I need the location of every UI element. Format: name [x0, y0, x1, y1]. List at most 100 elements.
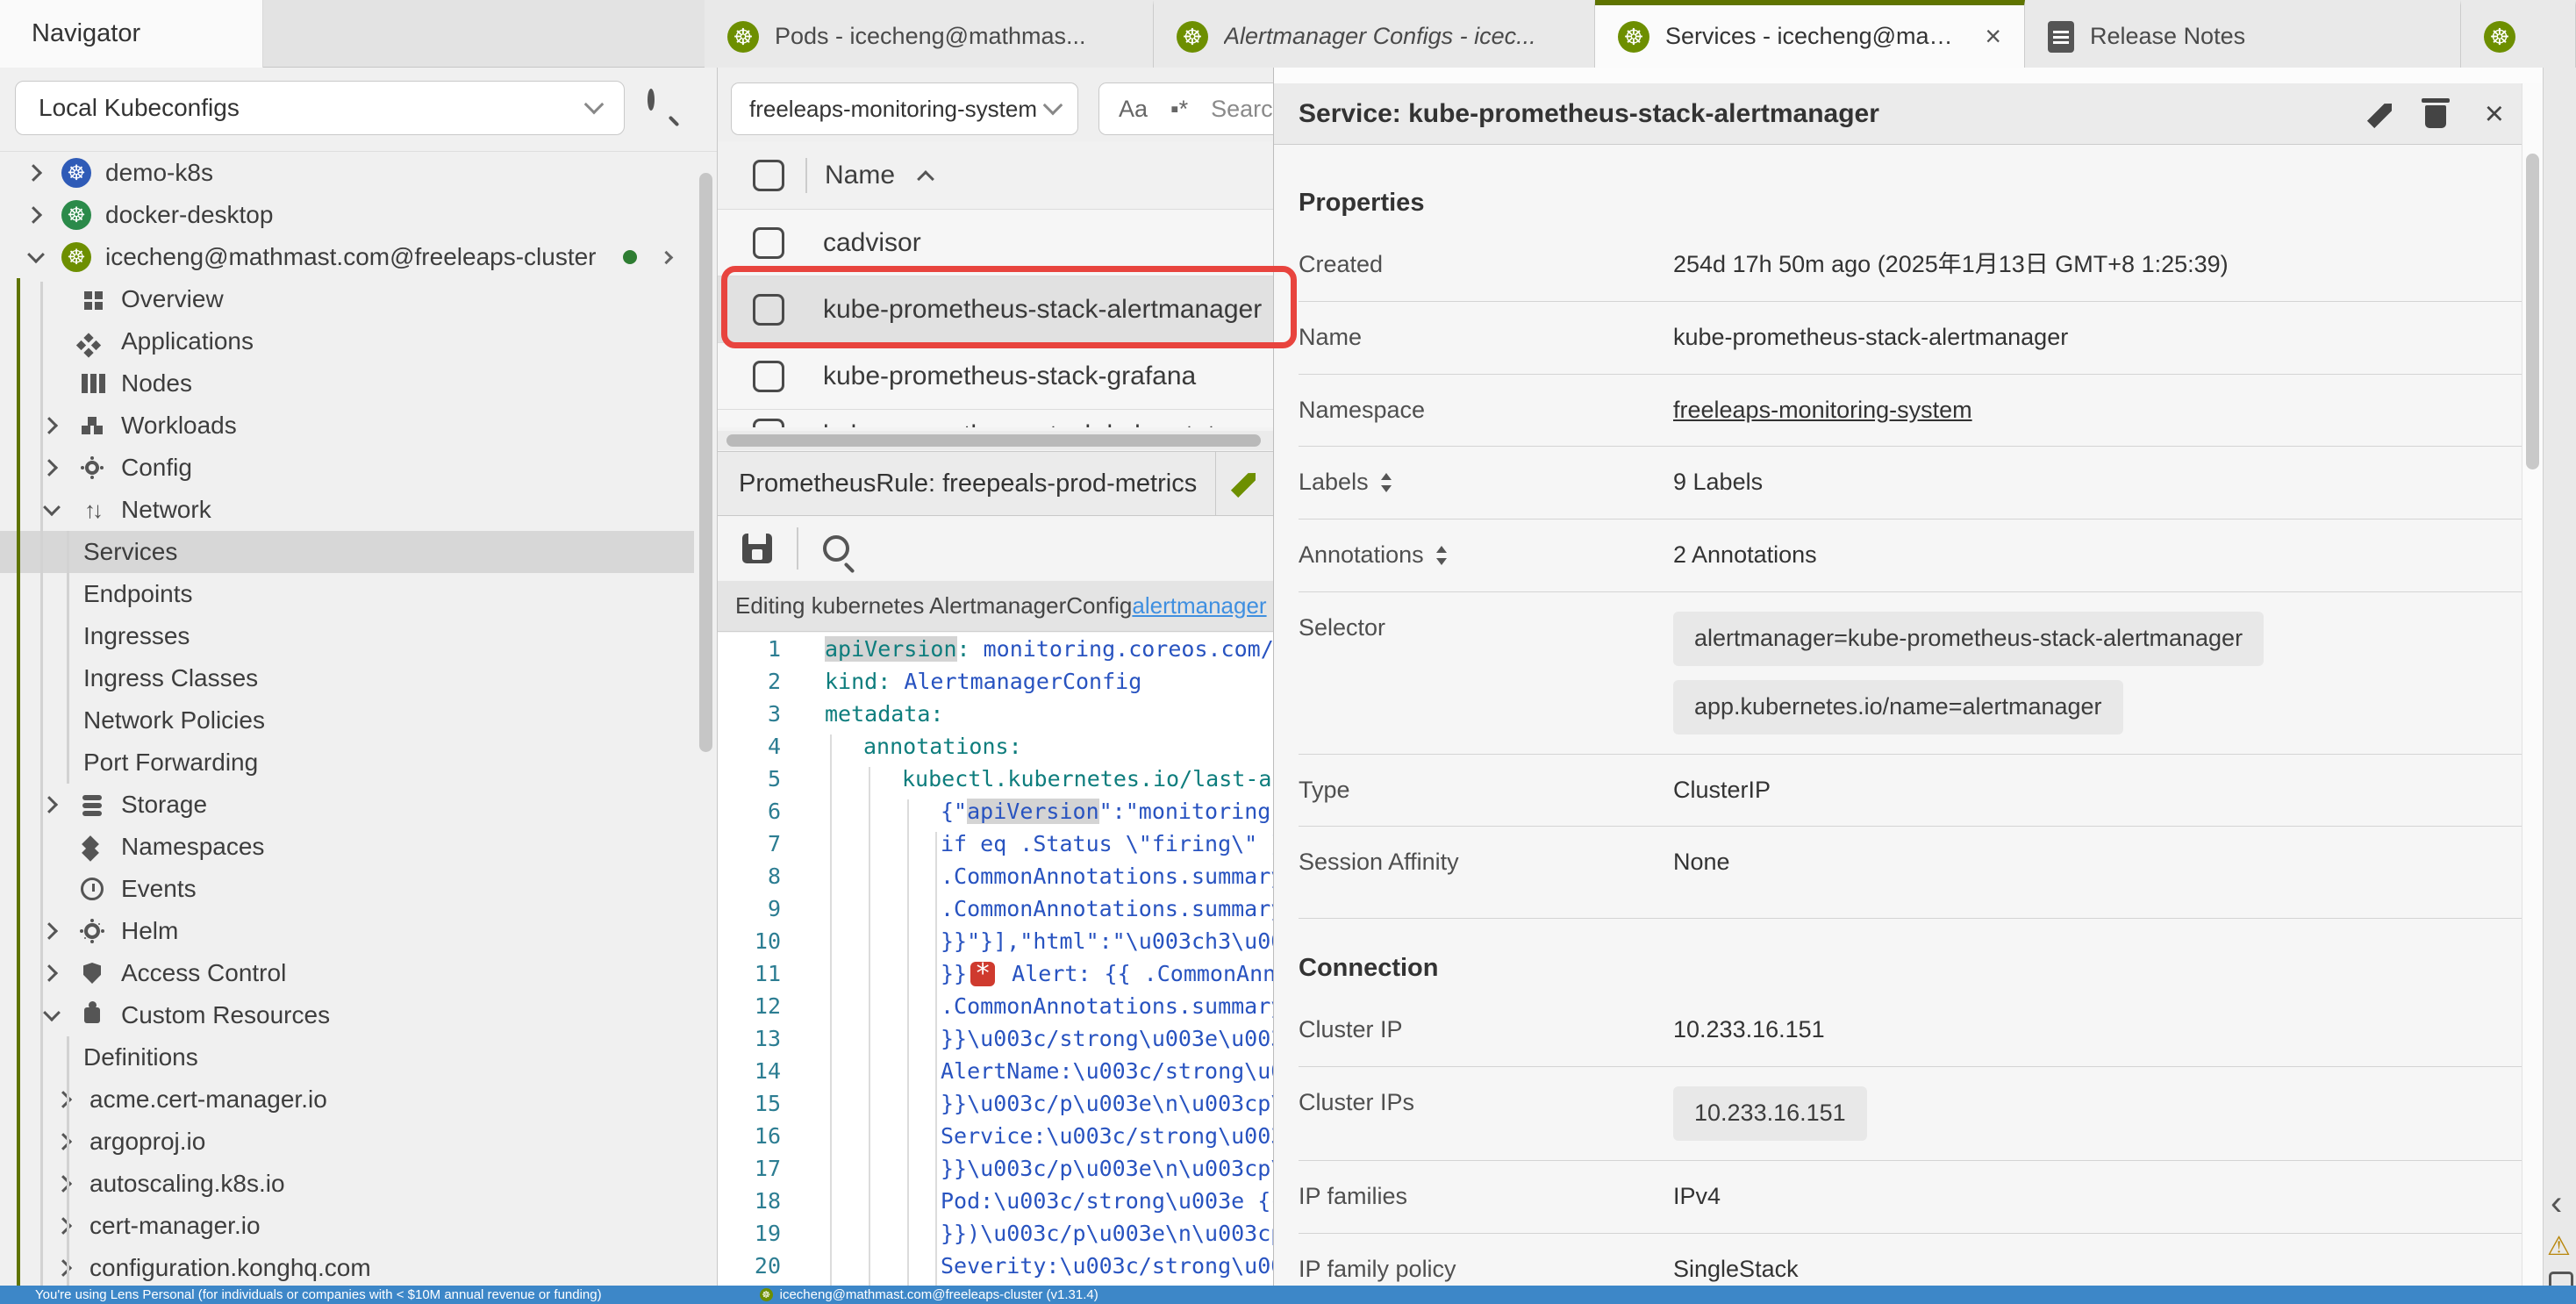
tab-alertmanager-configs-ice[interactable]: ☸Alertmanager Configs - icec...	[1154, 0, 1595, 68]
regex-icon[interactable]: ▪*	[1170, 96, 1188, 123]
tab-label: Pods - icecheng@mathmas...	[775, 23, 1086, 50]
tab-services-icecheng-math-[interactable]: ☸Services - icecheng@math...×	[1595, 0, 2025, 68]
sort-ascending-icon[interactable]	[917, 170, 934, 188]
detail-value-link[interactable]: freeleaps-monitoring-system	[1673, 394, 1972, 427]
sidebar-item-icecheng-mathmast-com-freeleaps-cluster[interactable]: ☸icecheng@mathmast.com@freeleaps-cluster	[0, 236, 694, 278]
horizontal-scrollbar-thumb[interactable]	[726, 434, 1261, 447]
search-placeholder: Search	[1211, 96, 1273, 123]
sidebar-item-applications[interactable]: Applications	[0, 320, 694, 362]
sidebar-item-overview[interactable]: Overview	[0, 278, 694, 320]
sidebar-item-config[interactable]: Config	[0, 447, 694, 489]
chevron-right-icon[interactable]	[54, 1133, 72, 1150]
kubeconfig-select[interactable]: Local Kubeconfigs	[15, 81, 625, 135]
warning-icon[interactable]: ⚠	[2547, 1231, 2571, 1262]
code-segment: }}\u003c/p\u003e\n\u003cp\u003	[941, 1091, 1273, 1116]
row-checkbox[interactable]	[753, 419, 784, 427]
sort-toggle-icon[interactable]	[1435, 544, 1449, 567]
code-line: 7if eq .Status \"firing\" }}*	[718, 828, 1273, 860]
chevron-right-icon[interactable]	[54, 1175, 72, 1193]
detail-scrollbar-thumb[interactable]	[2526, 154, 2539, 469]
tab-close-icon[interactable]: ×	[1972, 20, 2001, 53]
horizontal-scrollbar[interactable]	[718, 431, 1273, 450]
code-segment: AlertmanagerConfig	[904, 669, 1141, 694]
sort-toggle-icon[interactable]	[1379, 471, 1393, 494]
sidebar-scrollbar[interactable]	[699, 173, 712, 752]
chevron-right-icon[interactable]	[25, 164, 42, 182]
sidebar-item-network-policies[interactable]: Network Policies	[0, 699, 694, 742]
chevron-right-icon[interactable]	[54, 1091, 72, 1108]
code-content: .CommonAnnotations.summary }}	[805, 896, 1273, 921]
sidebar-item-label: Endpoints	[83, 580, 193, 608]
close-icon[interactable]: ×	[2485, 97, 2504, 131]
select-all-checkbox[interactable]	[753, 160, 784, 191]
column-header-name[interactable]: Name	[825, 161, 895, 190]
editor-search-icon[interactable]	[823, 535, 849, 562]
search-input[interactable]: Aa ▪* Search	[1098, 82, 1273, 135]
sidebar-item-acme-cert-manager-io[interactable]: acme.cert-manager.io	[0, 1078, 694, 1121]
namespace-select[interactable]: freeleaps-monitoring-system	[731, 82, 1078, 135]
sidebar-item-demo-k8s[interactable]: ☸demo-k8s	[0, 152, 694, 194]
chevron-left-icon[interactable]: ‹	[2551, 1184, 2562, 1223]
sidebar-item-storage[interactable]: Storage	[0, 784, 694, 826]
sidebar-item-docker-desktop[interactable]: ☸docker-desktop	[0, 194, 694, 236]
row-checkbox[interactable]	[753, 227, 784, 259]
detail-label: IP families	[1299, 1180, 1673, 1210]
sidebar-item-label: Ingress Classes	[83, 664, 258, 692]
detail-row-namespace: Namespacefreeleaps-monitoring-system	[1299, 375, 2522, 448]
tab-pods-icecheng-mathmas-[interactable]: ☸Pods - icecheng@mathmas...	[705, 0, 1154, 68]
sidebar-item-endpoints[interactable]: Endpoints	[0, 573, 694, 615]
chevron-right-icon[interactable]	[54, 1217, 72, 1235]
tab-label: Release Notes	[2090, 23, 2245, 50]
sidebar-item-label: Nodes	[121, 369, 192, 398]
dock-edit-button[interactable]	[1215, 452, 1273, 515]
sidebar-item-configuration-konghq-com[interactable]: configuration.konghq.com	[0, 1247, 694, 1286]
sidebar-item-nodes[interactable]: Nodes	[0, 362, 694, 405]
sidebar-item-access-control[interactable]: Access Control	[0, 952, 694, 994]
sidebar-item-namespaces[interactable]: Namespaces	[0, 826, 694, 868]
yaml-editor[interactable]: 1apiVersion: monitoring.coreos.com/v12ki…	[718, 633, 1273, 1286]
sidebar-search-button[interactable]	[648, 92, 655, 108]
detail-scrollbar[interactable]	[2522, 83, 2543, 1286]
nodes-icon	[82, 374, 88, 393]
sidebar-item-argoproj-io[interactable]: argoproj.io	[0, 1121, 694, 1163]
chevron-right-icon[interactable]	[40, 417, 58, 434]
detail-value: kube-prometheus-stack-alertmanager	[1673, 321, 2068, 355]
row-checkbox[interactable]	[753, 361, 784, 392]
detail-row-selector: Selectoralertmanager=kube-prometheus-sta…	[1299, 592, 2522, 755]
sidebar-item-services[interactable]: Services	[0, 531, 694, 573]
sidebar-item-network[interactable]: ↑↓Network	[0, 489, 694, 531]
match-case-icon[interactable]: Aa	[1119, 96, 1148, 123]
table-row[interactable]: kube-prometheus-stack-grafana	[718, 343, 1273, 410]
edit-icon[interactable]	[2367, 99, 2396, 128]
sidebar-item-events[interactable]: Events	[0, 868, 694, 910]
sidebar-item-cert-manager-io[interactable]: cert-manager.io	[0, 1205, 694, 1247]
code-segment: }}"}],"html":"\u003ch3\u003e\u	[941, 928, 1273, 954]
chevron-right-icon[interactable]	[40, 922, 58, 940]
sidebar-item-ingress-classes[interactable]: Ingress Classes	[0, 657, 694, 699]
sidebar-item-autoscaling-k8s-io[interactable]: autoscaling.k8s.io	[0, 1163, 694, 1205]
sidebar-item-definitions[interactable]: Definitions	[0, 1036, 694, 1078]
prometheusrule-dock-bar[interactable]: PrometheusRule: freepeals-prod-metrics	[718, 451, 1273, 516]
tab-release-notes[interactable]: Release Notes	[2025, 0, 2461, 68]
chevron-right-icon[interactable]	[40, 459, 58, 476]
chevron-right-icon[interactable]	[25, 206, 42, 224]
table-row-partial[interactable]: kube-prometheus-stack-kube-state-metrics	[718, 410, 1273, 427]
sidebar-item-workloads[interactable]: Workloads	[0, 405, 694, 447]
trash-icon[interactable]	[2425, 105, 2446, 128]
chevron-down-icon[interactable]	[43, 498, 61, 516]
chevron-right-icon[interactable]	[40, 964, 58, 982]
save-icon[interactable]	[742, 534, 772, 563]
navigator-tab[interactable]: Navigator	[0, 0, 263, 68]
chevron-right-icon[interactable]	[40, 796, 58, 813]
chevron-right-icon[interactable]	[54, 1259, 72, 1277]
sidebar-item-ingresses[interactable]: Ingresses	[0, 615, 694, 657]
sidebar-item-port-forwarding[interactable]: Port Forwarding	[0, 742, 694, 784]
tab-partial[interactable]: ☸	[2461, 0, 2576, 68]
sidebar-item-custom-resources[interactable]: Custom Resources	[0, 994, 694, 1036]
sidebar-item-helm[interactable]: Helm	[0, 910, 694, 952]
updown-icon: ↑↓	[75, 493, 109, 527]
cluster-status[interactable]: ☸ icecheng@mathmast.com@freeleaps-cluste…	[760, 1287, 1098, 1302]
chevron-down-icon[interactable]	[43, 1004, 61, 1021]
chevron-down-icon[interactable]	[27, 246, 45, 263]
editing-resource-link[interactable]: alertmanager	[1132, 592, 1266, 620]
